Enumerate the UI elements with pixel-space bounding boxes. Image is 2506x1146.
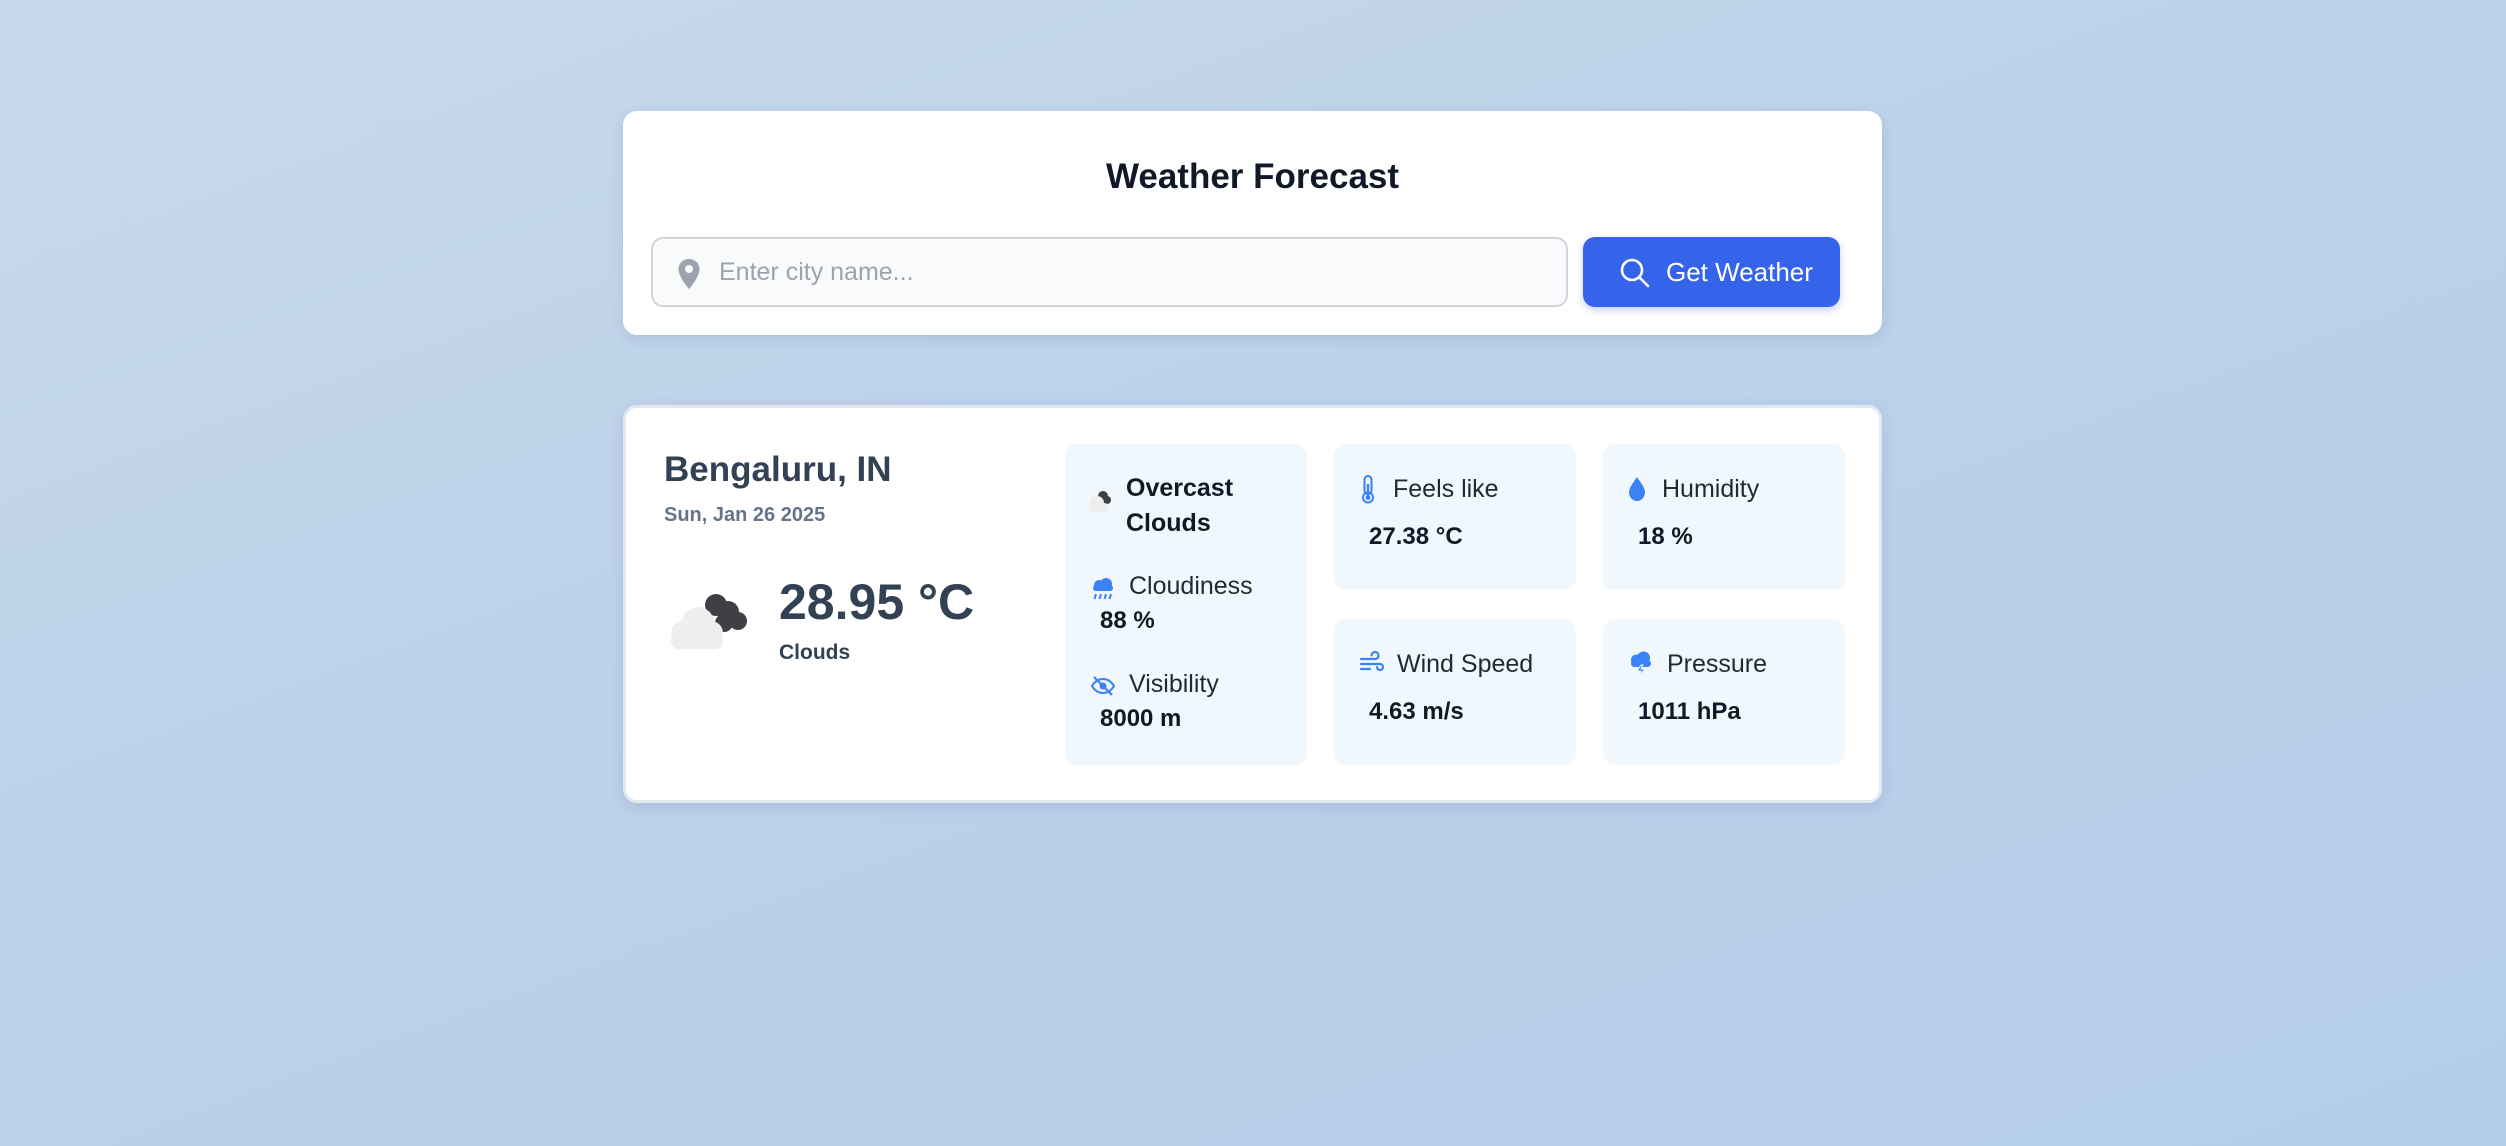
weather-card: Bengaluru, IN Sun, Jan 26 2025 28.95 °C … xyxy=(623,405,1882,803)
search-input-wrap xyxy=(651,237,1568,307)
visibility-label: Visibility xyxy=(1129,670,1219,698)
humidity-value: 18 % xyxy=(1638,523,1693,550)
wind-speed-label: Wind Speed xyxy=(1397,650,1534,678)
feels-like-tile: Feels like 27.38 °C xyxy=(1334,444,1576,590)
search-icon xyxy=(1620,258,1650,288)
visibility-value: 8000 m xyxy=(1100,705,1182,732)
date-text: Sun, Jan 26 2025 xyxy=(664,504,826,526)
condition-text: Clouds xyxy=(779,641,851,664)
wind-speed-value: 4.63 m/s xyxy=(1369,698,1464,725)
cloudiness-label: Cloudiness xyxy=(1129,572,1253,600)
cloud-icon xyxy=(671,594,747,649)
droplet-icon xyxy=(1629,477,1645,501)
app-title: Weather Forecast xyxy=(1105,157,1400,196)
city-search-input[interactable] xyxy=(719,239,1549,305)
pressure-value: 1011 hPa xyxy=(1638,698,1741,725)
weather-description: Overcast Clouds xyxy=(1126,474,1234,537)
wind-icon xyxy=(1359,650,1385,672)
humidity-tile: Humidity 18 % xyxy=(1603,444,1845,590)
search-row: Get Weather xyxy=(651,237,1862,307)
eye-slash-icon xyxy=(1090,676,1116,696)
storm-cloud-icon xyxy=(1631,651,1651,676)
get-weather-button-label: Get Weather xyxy=(1666,257,1813,287)
feels-like-value: 27.38 °C xyxy=(1369,523,1463,550)
thermometer-icon xyxy=(1362,475,1374,504)
pressure-tile: Pressure 1011 hPa xyxy=(1603,619,1845,765)
cloudiness-value: 88 % xyxy=(1100,607,1155,634)
city-name: Bengaluru, IN xyxy=(664,450,892,489)
summary-tile: Overcast Clouds Cloudiness 88 % Visibili… xyxy=(1065,444,1307,766)
location-pin-icon xyxy=(678,259,700,289)
humidity-label: Humidity xyxy=(1662,475,1760,503)
cloud-partly-icon xyxy=(1089,491,1111,512)
wind-speed-tile: Wind Speed 4.63 m/s xyxy=(1334,619,1576,765)
temperature-value: 28.95 °C xyxy=(779,574,975,630)
get-weather-button[interactable]: Get Weather xyxy=(1583,237,1840,307)
feels-like-label: Feels like xyxy=(1393,475,1499,503)
search-card: Weather Forecast Get Weather xyxy=(623,111,1882,335)
pressure-label: Pressure xyxy=(1667,650,1768,678)
cloud-rain-icon xyxy=(1093,578,1113,600)
